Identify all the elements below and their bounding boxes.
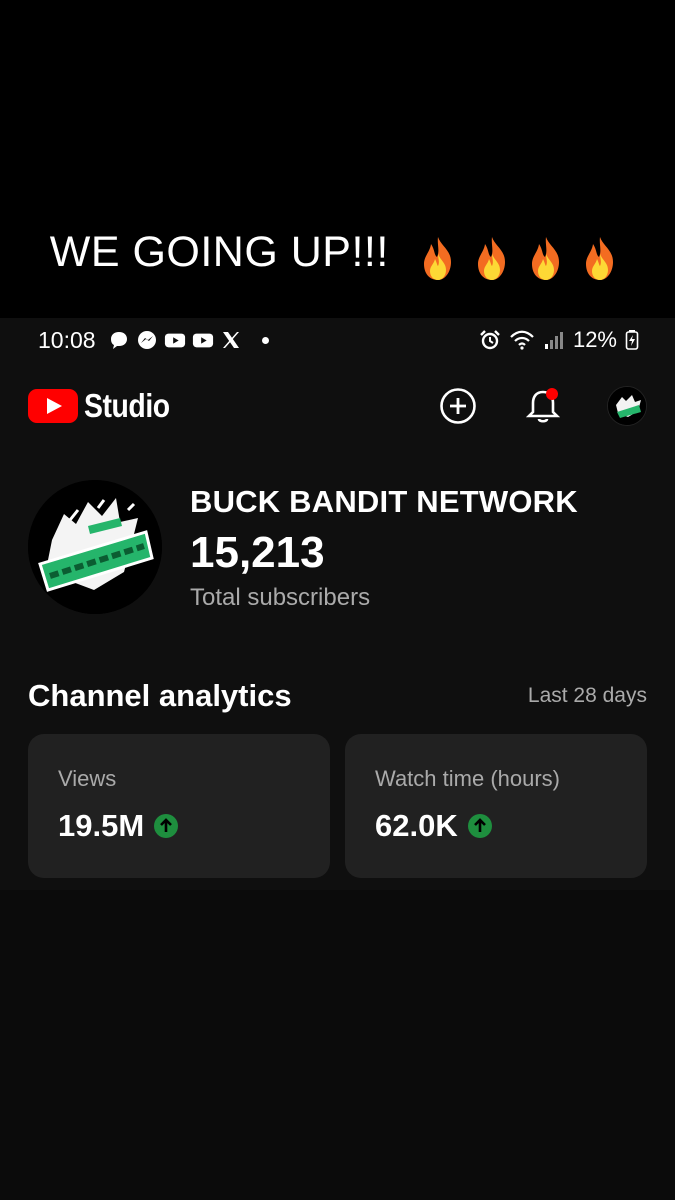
analytics-cards: Views 19.5M Watch time (hours) 62.0K <box>28 734 647 878</box>
channel-summary: BUCK BANDIT NETWORK 15,213 Total subscri… <box>28 480 578 614</box>
subscriber-count: 15,213 <box>190 528 325 577</box>
trend-up-icon <box>467 814 492 838</box>
trend-up-icon <box>154 814 179 838</box>
youtube-studio-logo[interactable]: Studio <box>28 387 184 425</box>
x-icon <box>222 332 239 348</box>
caption: WE GOING UP!!! <box>0 228 675 284</box>
channel-name: BUCK BANDIT NETWORK <box>190 484 578 519</box>
battery-charging-icon <box>625 330 639 350</box>
messenger-icon <box>137 331 156 349</box>
views-card[interactable]: Views 19.5M <box>28 734 330 878</box>
chat-bubble-icon <box>110 332 127 349</box>
channel-logo-icon <box>608 387 646 425</box>
account-avatar[interactable] <box>607 386 647 426</box>
app-header: Studio <box>28 382 647 430</box>
empty-lower-area <box>0 890 675 1200</box>
youtube-studio-app: Studio BUCK BANDIT NETWORK 15,213 Total … <box>0 362 675 890</box>
caption-text: WE GOING UP!!! <box>49 228 389 276</box>
buck-bandit-logo-icon <box>28 480 162 614</box>
watch-time-card[interactable]: Watch time (hours) 62.0K <box>345 734 647 878</box>
youtube-icon <box>164 333 185 348</box>
channel-avatar[interactable] <box>28 480 162 614</box>
notifications-button[interactable] <box>523 386 563 426</box>
fire-emoji-icon <box>409 232 625 284</box>
analytics-title: Channel analytics <box>28 678 292 713</box>
status-time: 10:08 <box>38 326 96 353</box>
battery-percent: 12% <box>572 327 617 352</box>
analytics-header: Channel analytics Last 28 days <box>28 678 647 714</box>
create-button[interactable] <box>438 386 478 426</box>
status-bar: 10:08 12% <box>0 318 675 362</box>
youtube-icon <box>192 333 213 348</box>
analytics-period: Last 28 days <box>527 684 647 707</box>
subscriber-label: Total subscribers <box>190 584 371 611</box>
studio-logo-text: Studio <box>84 387 170 424</box>
wifi-icon <box>510 330 534 350</box>
card-value: 19.5M <box>58 808 145 843</box>
card-label: Views <box>58 766 117 791</box>
add-circle-icon <box>440 388 476 424</box>
bell-icon <box>525 388 561 423</box>
card-label: Watch time (hours) <box>375 766 561 791</box>
more-notifications-dot <box>261 336 269 344</box>
card-value: 62.0K <box>375 808 458 843</box>
youtube-logo-icon <box>28 389 78 423</box>
signal-icon <box>544 332 563 349</box>
alarm-icon <box>480 330 500 350</box>
